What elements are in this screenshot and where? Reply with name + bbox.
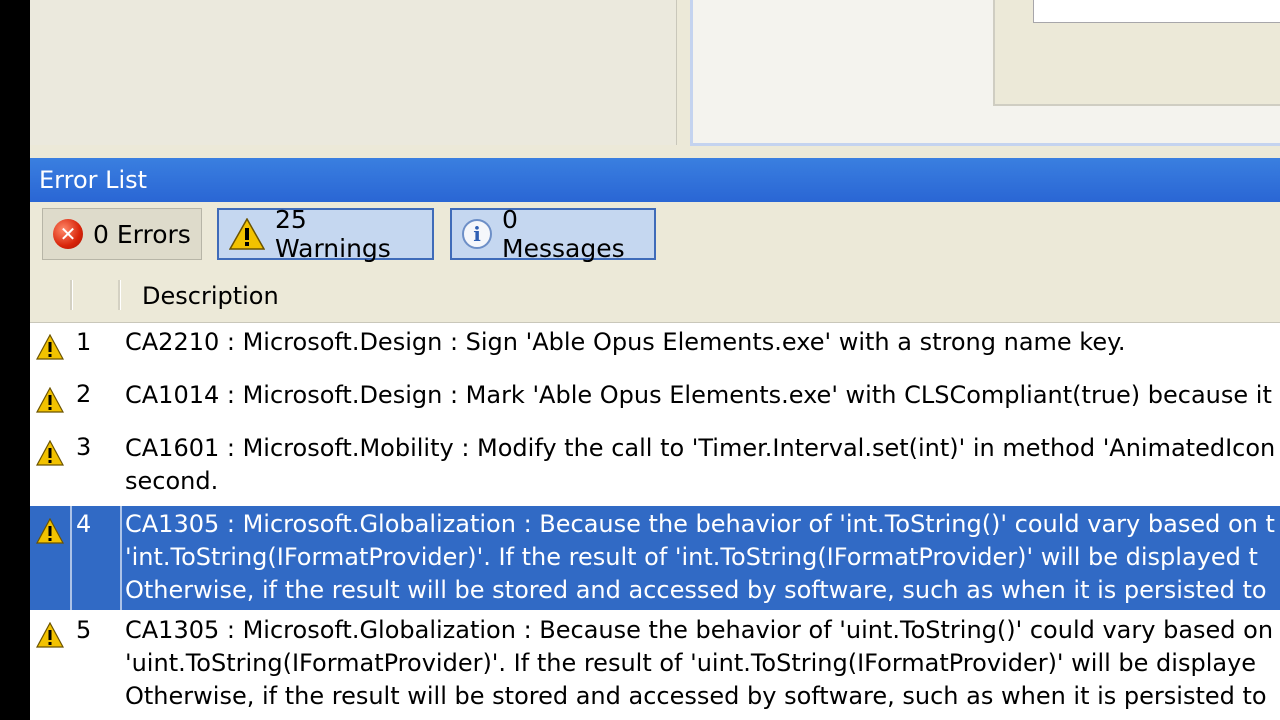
description-column-header[interactable]: Description bbox=[142, 270, 279, 322]
info-icon: i bbox=[462, 219, 492, 249]
error-icon: ✕ bbox=[53, 219, 83, 249]
warning-icon bbox=[36, 518, 64, 544]
column-separator[interactable] bbox=[118, 280, 121, 310]
row-number: 4 bbox=[76, 510, 92, 538]
error-list-toolbar: ✕ 0 Errors 25 Warnings i 0 Messages bbox=[30, 202, 1280, 270]
column-separator bbox=[70, 506, 72, 610]
error-list-title-bar[interactable]: Error List bbox=[30, 158, 1280, 202]
row-description: CA2210 : Microsoft.Design : Sign 'Able O… bbox=[125, 328, 1126, 356]
list-item[interactable]: 5 CA1305 : Microsoft.Globalization : Bec… bbox=[30, 610, 1280, 720]
list-item[interactable]: 1 CA2210 : Microsoft.Design : Sign 'Able… bbox=[30, 322, 1280, 374]
form-frame bbox=[993, 0, 1280, 106]
row-number: 5 bbox=[76, 616, 92, 644]
warning-icon bbox=[36, 622, 64, 648]
warning-icon bbox=[229, 218, 265, 250]
row-description-line-3: Otherwise, if the result will be stored … bbox=[125, 576, 1267, 604]
list-item[interactable]: 2 CA1014 : Microsoft.Design : Mark 'Able… bbox=[30, 374, 1280, 427]
column-separator[interactable] bbox=[70, 280, 73, 310]
column-separator bbox=[120, 506, 122, 610]
form-control[interactable] bbox=[1033, 0, 1280, 23]
warning-icon bbox=[36, 440, 64, 466]
warnings-filter-button[interactable]: 25 Warnings bbox=[217, 205, 434, 263]
row-description-line-2: second. bbox=[125, 467, 219, 495]
row-description-line-1: CA1305 : Microsoft.Globalization : Becau… bbox=[125, 616, 1274, 644]
row-description: CA1014 : Microsoft.Design : Mark 'Able O… bbox=[125, 381, 1272, 409]
row-description-line-1: CA1305 : Microsoft.Globalization : Becau… bbox=[125, 510, 1275, 538]
row-description-line-3: Otherwise, if the result will be stored … bbox=[125, 682, 1267, 710]
row-number: 3 bbox=[76, 433, 92, 461]
errors-filter-button[interactable]: ✕ 0 Errors bbox=[42, 208, 202, 260]
designer-area bbox=[30, 0, 1280, 158]
row-number: 2 bbox=[76, 380, 92, 408]
editor-pane[interactable] bbox=[30, 0, 677, 145]
list-item[interactable]: 3 CA1601 : Microsoft.Mobility : Modify t… bbox=[30, 427, 1280, 506]
row-description-line-2: 'uint.ToString(IFormatProvider)'. If the… bbox=[125, 649, 1257, 677]
row-description-line-2: 'int.ToString(IFormatProvider)'. If the … bbox=[125, 543, 1258, 571]
warnings-filter-label: 25 Warnings bbox=[275, 205, 391, 263]
errors-filter-label: 0 Errors bbox=[93, 219, 191, 249]
error-list-panel: Error List ✕ 0 Errors 25 Warnings i 0 Me… bbox=[30, 158, 1280, 720]
list-item-selected[interactable]: 4 CA1305 : Microsoft.Globalization : Bec… bbox=[30, 506, 1280, 610]
messages-filter-button[interactable]: i 0 Messages bbox=[450, 205, 656, 263]
warning-icon bbox=[36, 334, 64, 360]
designer-pane[interactable] bbox=[690, 0, 1280, 146]
warning-icon bbox=[36, 387, 64, 413]
error-list-title: Error List bbox=[39, 166, 148, 194]
left-edge bbox=[0, 0, 30, 720]
messages-filter-label: 0 Messages bbox=[502, 205, 625, 263]
column-header-row: Description bbox=[30, 270, 1280, 323]
error-list-rows: 1 CA2210 : Microsoft.Design : Sign 'Able… bbox=[30, 322, 1280, 720]
row-number: 1 bbox=[76, 328, 92, 356]
row-description-line-1: CA1601 : Microsoft.Mobility : Modify the… bbox=[125, 434, 1276, 462]
